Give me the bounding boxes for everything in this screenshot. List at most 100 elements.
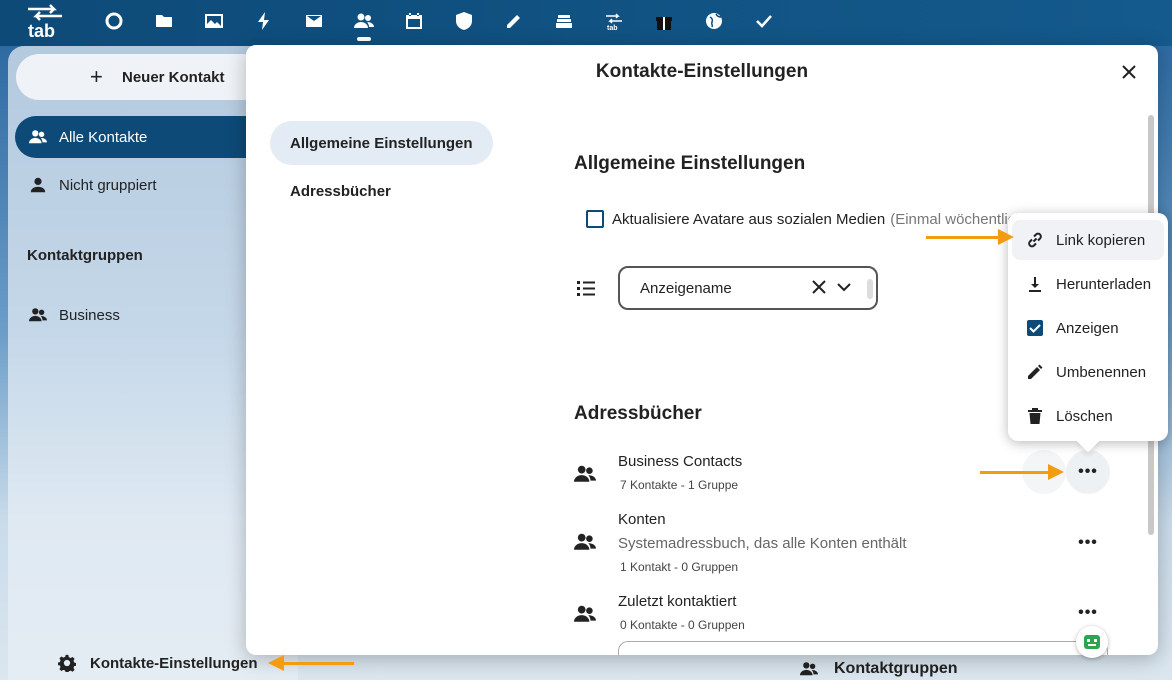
avatar-update-hint: (Einmal wöchentlich: [890, 210, 1024, 228]
sidebar-item-label: Alle Kontakte: [59, 128, 148, 146]
contacts-icon: [29, 306, 47, 324]
chevron-down-icon[interactable]: [835, 278, 853, 296]
avatar-update-label: Aktualisiere Avatare aus sozialen Medien: [612, 210, 886, 228]
menu-item-copy-link[interactable]: Link kopieren: [1012, 220, 1164, 260]
app-deck[interactable]: [553, 10, 575, 32]
new-address-book-input[interactable]: [618, 641, 1108, 655]
sidebar-item-all-contacts[interactable]: Alle Kontakte: [15, 116, 275, 158]
contacts-icon: [800, 662, 818, 676]
app-dashboard[interactable]: [103, 10, 125, 32]
logo-text: tab: [28, 21, 55, 41]
tab-logo[interactable]: tab: [24, 3, 66, 43]
annotation-arrow-settings: [268, 655, 354, 671]
address-book-actions-button[interactable]: •••: [1066, 521, 1110, 565]
contact-groups-heading: Kontaktgruppen: [27, 247, 143, 264]
assistant-chat-button[interactable]: [1076, 626, 1108, 658]
contact-groups-section-header: Kontaktgruppen: [800, 660, 958, 678]
new-contact-button[interactable]: + Neuer Kontakt: [16, 54, 266, 100]
annotation-arrow-actions: [980, 464, 1064, 480]
menu-item-label: Anzeigen: [1056, 319, 1119, 337]
tab-logo-icon: tab: [606, 13, 622, 31]
tab-logo-arrows-icon: [28, 4, 62, 21]
sidebar-item-label: Nicht gruppiert: [59, 176, 157, 194]
sort-list-icon: [577, 281, 595, 296]
menu-item-delete[interactable]: Löschen: [1012, 396, 1164, 436]
address-book-name: Zuletzt kontaktiert: [618, 593, 737, 610]
contact-groups-label: Kontaktgruppen: [834, 660, 958, 677]
robot-icon: [1084, 635, 1100, 649]
stack-icon: [556, 15, 572, 28]
app-security[interactable]: [453, 10, 475, 32]
menu-item-show[interactable]: Anzeigen: [1012, 308, 1164, 348]
plus-icon: +: [90, 64, 103, 89]
address-books-heading: Adressbücher: [574, 403, 702, 424]
address-book-meta: 7 Kontakte - 1 Gruppe: [620, 478, 739, 492]
svg-text:tab: tab: [607, 25, 618, 31]
close-icon: [1122, 65, 1136, 79]
app-mail[interactable]: [303, 10, 325, 32]
contacts-icon: [574, 465, 596, 482]
contacts-settings-label: Kontakte-Einstellungen: [90, 654, 258, 672]
app-photos[interactable]: [203, 10, 225, 32]
lightning-icon: [258, 12, 269, 30]
contacts-icon: [574, 605, 596, 622]
app-tasks[interactable]: [753, 10, 775, 32]
sidebar-item-label: Business: [59, 306, 120, 324]
contacts-settings-link[interactable]: Kontakte-Einstellungen: [58, 654, 258, 672]
gift-icon: [656, 17, 672, 30]
app-web[interactable]: [703, 10, 725, 32]
app-files[interactable]: [153, 10, 175, 32]
sort-order-value: Anzeigename: [640, 279, 732, 297]
tab-general-settings[interactable]: Allgemeine Einstellungen: [270, 121, 493, 165]
app-activity[interactable]: [253, 10, 275, 32]
check-icon: [756, 15, 772, 28]
calendar-icon: [406, 13, 422, 29]
active-app-indicator: [357, 37, 371, 41]
annotation-arrow-copy-link: [926, 229, 1014, 245]
sidebar-item-group-business[interactable]: Business: [15, 294, 275, 336]
menu-item-download[interactable]: Herunterladen: [1012, 264, 1164, 304]
avatar-update-checkbox[interactable]: [586, 210, 604, 228]
address-book-actions-menu: Link kopieren Herunterladen Anzeigen Umb…: [1008, 213, 1168, 441]
new-contact-label: Neuer Kontakt: [122, 68, 225, 86]
address-book-meta: 0 Kontakte - 0 Gruppen: [620, 618, 745, 632]
address-book-row: Konten Systemadressbuch, das alle Konten…: [574, 511, 1134, 581]
gear-icon: [58, 654, 76, 672]
folder-icon: [156, 15, 172, 27]
menu-item-rename[interactable]: Umbenennen: [1012, 352, 1164, 392]
top-app-bar: tab tab: [0, 0, 1172, 46]
address-book-actions-button[interactable]: •••: [1066, 450, 1110, 494]
address-book-row: Zuletzt kontaktiert 0 Kontakte - 0 Grupp…: [574, 593, 1134, 637]
address-book-description: Systemadressbuch, das alle Konten enthäl…: [618, 535, 907, 552]
menu-item-label: Link kopieren: [1056, 231, 1146, 249]
app-tab[interactable]: tab: [603, 10, 625, 32]
app-gift[interactable]: [653, 10, 675, 32]
address-book-meta: 1 Kontakt - 0 Gruppen: [620, 560, 739, 574]
contacts-icon: [354, 13, 374, 28]
avatar-update-setting[interactable]: Aktualisiere Avatare aus sozialen Medien…: [586, 210, 1024, 228]
sort-order-select[interactable]: Anzeigename: [618, 266, 878, 310]
close-button[interactable]: [1116, 59, 1142, 85]
image-icon: [205, 14, 223, 28]
app-contacts[interactable]: [353, 10, 375, 32]
dialog-title: Kontakte-Einstellungen: [595, 61, 809, 82]
shield-icon: [456, 12, 472, 30]
sidebar-item-not-grouped[interactable]: Nicht gruppiert: [15, 164, 275, 206]
person-icon: [29, 176, 47, 194]
tab-address-books[interactable]: Adressbücher: [270, 169, 411, 213]
dashboard-circle-icon: [105, 12, 123, 30]
contacts-icon: [29, 128, 47, 146]
general-settings-heading: Allgemeine Einstellungen: [574, 153, 806, 174]
pencil-icon: [1026, 363, 1044, 381]
menu-item-label: Herunterladen: [1056, 275, 1152, 293]
address-book-name: Konten: [618, 511, 666, 528]
checkbox-checked-icon: [1026, 319, 1044, 337]
app-calendar[interactable]: [403, 10, 425, 32]
link-icon: [1026, 231, 1044, 249]
trash-icon: [1026, 407, 1044, 425]
mail-icon: [306, 15, 322, 27]
clear-icon[interactable]: [810, 278, 828, 296]
globe-icon: [706, 13, 722, 29]
app-notes[interactable]: [503, 10, 525, 32]
contacts-icon: [574, 533, 596, 550]
